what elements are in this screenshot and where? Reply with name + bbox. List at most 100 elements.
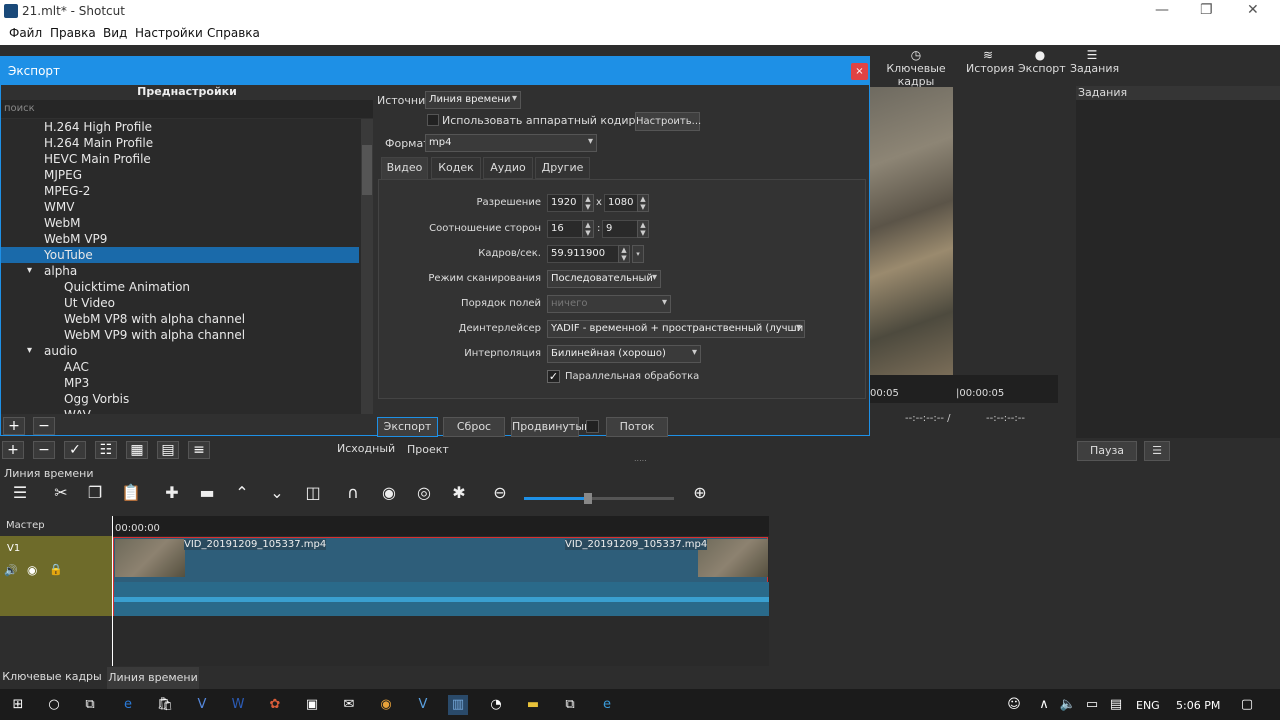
maximize-button[interactable]: ❐ — [1200, 2, 1213, 18]
export-file-button[interactable]: Экспорт — [377, 417, 438, 437]
battery-icon[interactable]: ▭ — [1082, 695, 1102, 715]
expand-arrow-icon[interactable]: ▾ — [27, 343, 32, 359]
tray-chevron-icon[interactable]: ∧ — [1034, 695, 1054, 715]
zoom-in-icon[interactable]: ⊕ — [687, 483, 713, 502]
snap-icon[interactable]: ∩ — [340, 483, 366, 502]
tab-video[interactable]: Видео — [381, 157, 428, 179]
tab-keyframes[interactable]: Ключевые кадры — [0, 667, 104, 689]
resize-grip[interactable]: ..... — [634, 454, 647, 463]
aspect-width-input[interactable]: 16 — [547, 220, 583, 238]
expand-arrow-icon[interactable]: ▾ — [27, 263, 32, 279]
advanced-button[interactable]: Продвинутый — [511, 417, 591, 437]
append-icon[interactable]: ✚ — [159, 483, 185, 502]
zoom-out-icon[interactable]: ⊖ — [487, 483, 513, 502]
aspect-height-input[interactable]: 9 — [602, 220, 638, 238]
chrome-icon[interactable]: ◉ — [376, 695, 396, 715]
resolution-height-spinner[interactable]: ▲ ▼ — [637, 194, 649, 212]
minimize-button[interactable]: — — [1155, 2, 1169, 18]
jobs-menu-button[interactable]: ☰ — [1144, 441, 1170, 461]
menu-view[interactable]: Вид — [103, 26, 127, 40]
tab-project[interactable]: Проект — [407, 443, 449, 456]
aspect-width-spinner[interactable]: ▲ ▼ — [582, 220, 594, 238]
tab-source[interactable]: Исходный — [337, 442, 395, 455]
scan-mode-select[interactable]: Последовательный — [547, 270, 661, 288]
configure-button[interactable]: Настроить... — [635, 112, 701, 131]
menu-help[interactable]: Справка — [207, 26, 260, 40]
player-ruler[interactable]: 00:05 |00:00:05 — [870, 375, 1058, 403]
edge-icon[interactable]: e — [118, 695, 138, 715]
preset-group[interactable]: ▾ audio — [1, 343, 359, 359]
remove-preset-button[interactable]: − — [33, 417, 55, 435]
track-header-v1[interactable]: V1 🔊 ◉ 🔒 — [0, 536, 112, 616]
hw-encoder-checkbox[interactable] — [427, 114, 439, 126]
preset-item[interactable]: Ogg Vorbis — [1, 391, 359, 407]
copy-icon[interactable]: ❐ — [82, 483, 108, 502]
ripple-all-icon[interactable]: ✱ — [446, 483, 472, 502]
start-icon[interactable]: ⊞ — [8, 695, 28, 715]
aspect-height-spinner[interactable]: ▲ ▼ — [637, 220, 649, 238]
preset-item[interactable]: MJPEG — [1, 167, 359, 183]
notifications-icon[interactable]: ▢ — [1237, 695, 1257, 715]
timecode-position[interactable]: --:--:--:-- / — [905, 413, 951, 424]
split-icon[interactable]: ◫ — [300, 483, 326, 502]
lock-icon[interactable]: 🔒 — [49, 563, 63, 576]
timeline-clip[interactable]: VID_20191209_105337.mp4 VID_20191209_105… — [113, 537, 769, 616]
app-icon-4[interactable]: V — [413, 695, 433, 715]
cut-icon[interactable]: ✂ — [48, 483, 74, 502]
tab-audio[interactable]: Аудио — [483, 157, 533, 179]
vsdc-icon[interactable]: V — [192, 695, 212, 715]
tab-codec[interactable]: Кодек — [431, 157, 481, 179]
preset-item[interactable]: Quicktime Animation — [1, 279, 359, 295]
menu-edit[interactable]: Правка — [50, 26, 96, 40]
store-icon[interactable]: 🛍 — [155, 695, 175, 715]
clock[interactable]: 5:06 PM — [1176, 699, 1220, 712]
deinterlacer-select[interactable]: YADIF - временной + пространственный (лу… — [547, 320, 805, 338]
fps-dropdown-icon[interactable]: ▾ — [632, 245, 644, 263]
overwrite-icon[interactable]: ⌄ — [264, 483, 290, 502]
preset-item[interactable]: Ut Video — [1, 295, 359, 311]
preset-item[interactable]: MP3 — [1, 375, 359, 391]
export-toolbar-button[interactable]: ● Экспорт — [1018, 48, 1066, 75]
tab-other[interactable]: Другие — [535, 157, 590, 179]
interpolation-select[interactable]: Билинейная (хорошо) — [547, 345, 701, 363]
app-icon-2[interactable]: ✿ — [265, 695, 285, 715]
playlist-remove-button[interactable]: − — [33, 441, 55, 459]
preset-item[interactable]: WebM VP8 with alpha channel — [1, 311, 359, 327]
menu-settings[interactable]: Настройки — [135, 26, 203, 40]
preset-item[interactable]: WMV — [1, 199, 359, 215]
history-toolbar-button[interactable]: ≋ История — [966, 48, 1014, 75]
preset-item[interactable]: MPEG-2 — [1, 183, 359, 199]
jobs-toolbar-button[interactable]: ☰ Задания — [1070, 48, 1119, 75]
grid-view-icon[interactable]: ▦ — [126, 441, 148, 459]
source-select[interactable]: Линия времени — [425, 91, 521, 109]
preset-item[interactable]: YouTube — [1, 247, 359, 263]
stream-button[interactable]: Поток — [606, 417, 668, 437]
app-icon-6[interactable]: ⧉ — [560, 695, 580, 715]
visibility-icon[interactable]: ◉ — [27, 563, 37, 577]
details-view-icon[interactable]: ▤ — [157, 441, 179, 459]
preset-item[interactable]: WAV — [1, 407, 359, 414]
word-icon[interactable]: W — [228, 695, 248, 715]
mute-icon[interactable]: 🔊 — [4, 564, 18, 577]
menu-file[interactable]: Файл — [9, 26, 42, 40]
volume-icon[interactable]: 🔈 — [1058, 695, 1078, 715]
preset-item[interactable]: H.264 Main Profile — [1, 135, 359, 151]
preset-group[interactable]: ▾ alpha — [1, 263, 359, 279]
fps-spinner[interactable]: ▲ ▼ — [618, 245, 630, 263]
zoom-slider-handle[interactable] — [584, 493, 592, 504]
resolution-width-spinner[interactable]: ▲ ▼ — [582, 194, 594, 212]
app-icon-3[interactable]: ▣ — [302, 695, 322, 715]
scrollbar-thumb[interactable] — [362, 145, 372, 195]
cortana-icon[interactable]: ○ — [44, 695, 64, 715]
resolution-height-input[interactable]: 1080 — [604, 194, 638, 212]
add-preset-button[interactable]: + — [3, 417, 25, 435]
reset-button[interactable]: Сброс — [443, 417, 505, 437]
shotcut-taskbar-icon[interactable]: ▥ — [448, 695, 468, 715]
remove-icon[interactable]: ▬ — [194, 483, 220, 502]
tab-timeline[interactable]: Линия времени — [107, 667, 199, 689]
advanced-checkbox[interactable] — [586, 420, 599, 433]
preset-item[interactable]: WebM VP9 — [1, 231, 359, 247]
preset-item[interactable]: WebM — [1, 215, 359, 231]
parallel-checkbox[interactable]: ✓ — [547, 370, 560, 383]
preset-item[interactable]: H.264 High Profile — [1, 119, 359, 135]
